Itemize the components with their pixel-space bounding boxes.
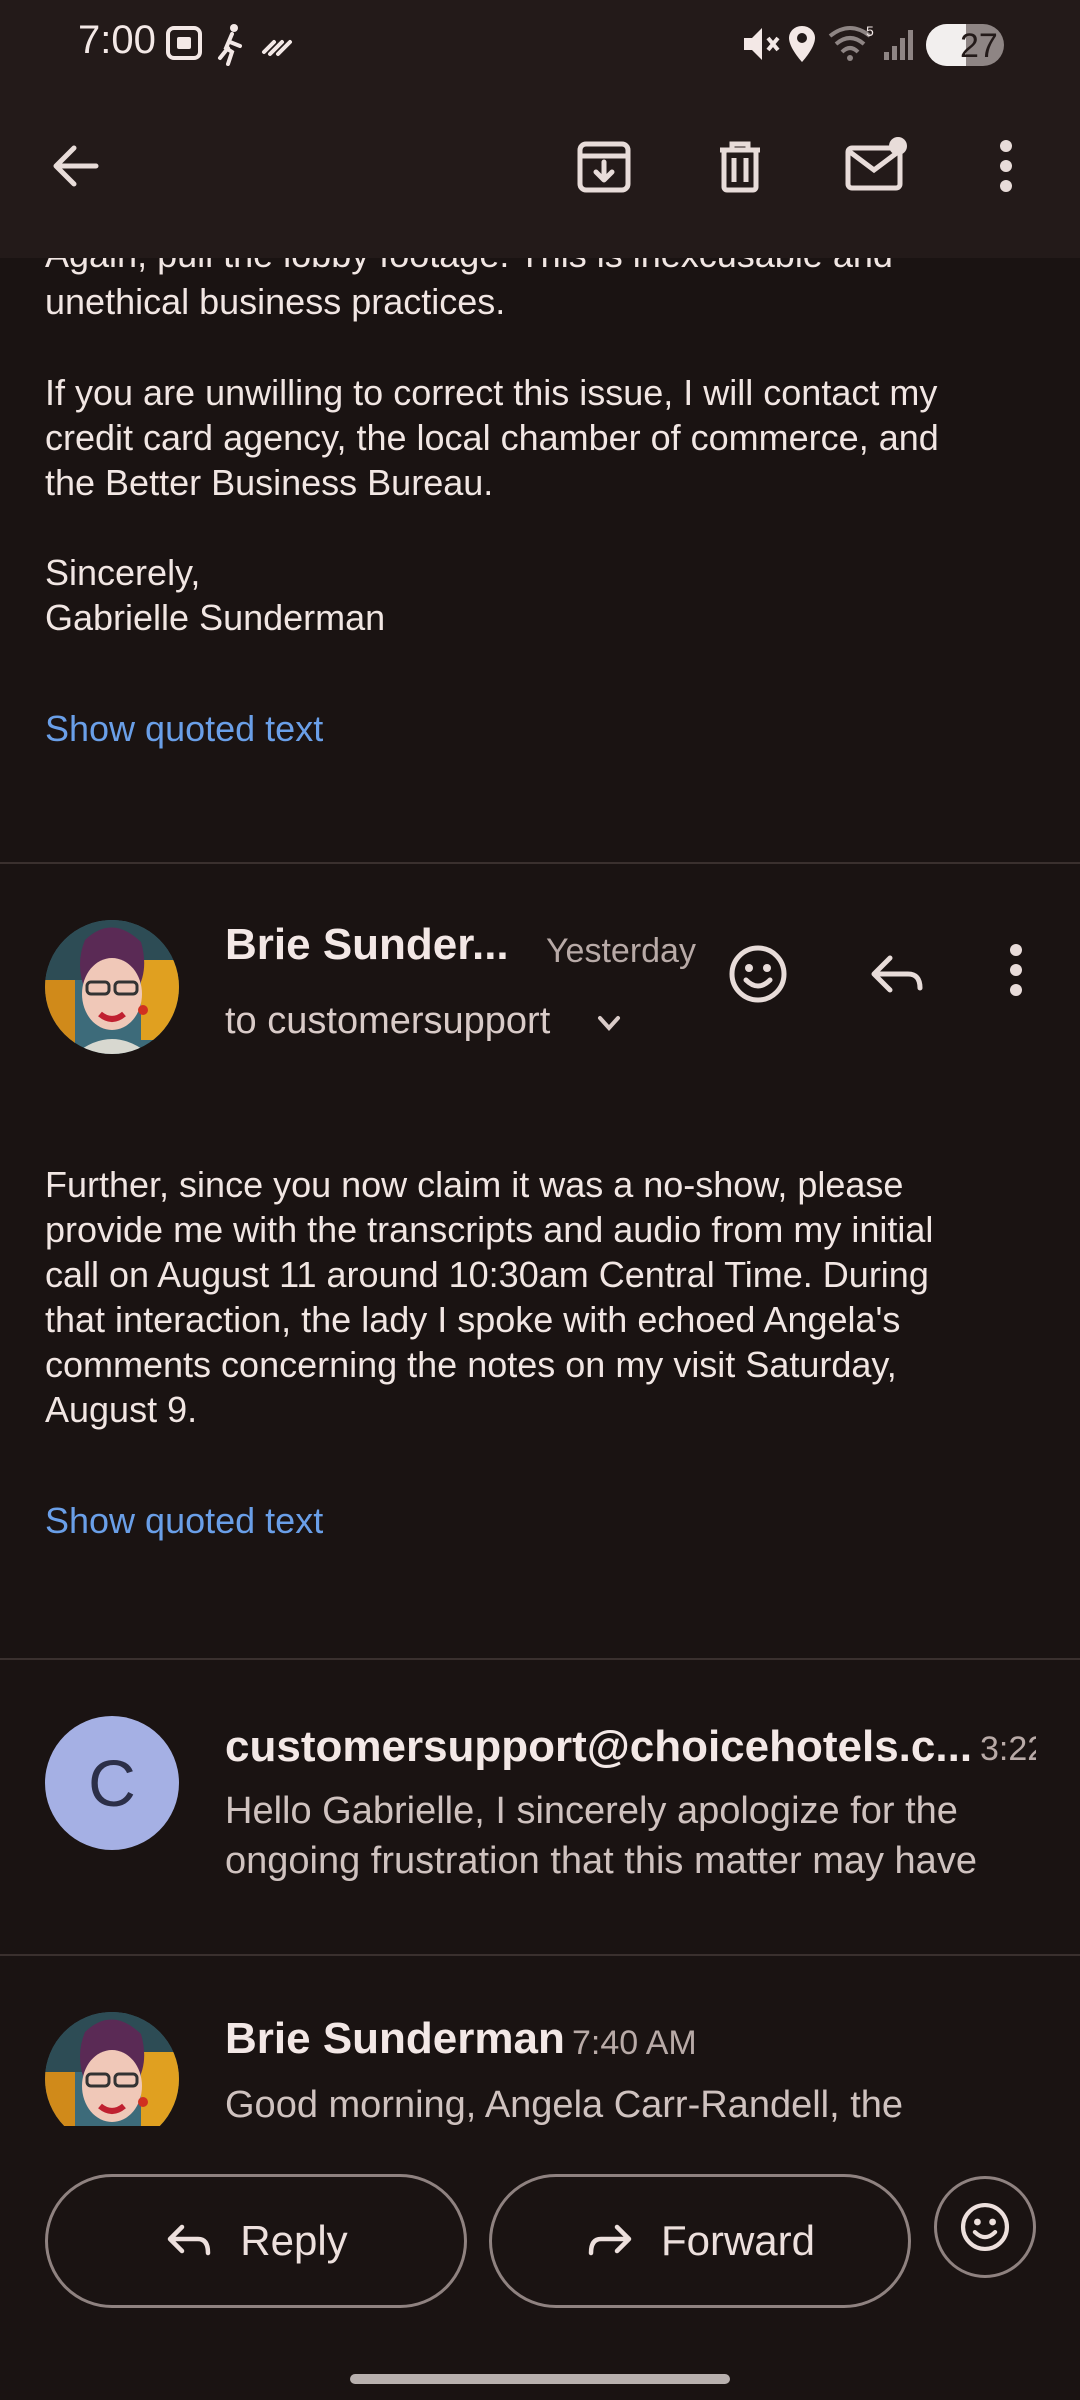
body-line: unethical business practices. [45, 281, 506, 322]
message-snippet: ongoing frustration that this matter may… [225, 1840, 977, 1882]
body-line: comments concerning the notes on my visi… [45, 1344, 897, 1385]
show-quoted-text-link[interactable]: Show quoted text [45, 1500, 323, 1542]
message-date: Yesterday [546, 932, 696, 970]
avatar [45, 2012, 179, 2126]
sender-name[interactable]: Brie Sunder... [225, 920, 509, 970]
body-line: credit card agency, the local chamber of… [45, 417, 939, 458]
message-snippet: Good morning, Angela Carr-Randell, the [225, 2084, 904, 2126]
signature: Gabrielle Sunderman [45, 597, 386, 638]
more-vert-icon [1010, 944, 1022, 996]
message-more-button[interactable] [1006, 942, 1036, 1012]
arrow-left-icon [53, 145, 99, 187]
collapsed-message[interactable]: Brie Sunderman 7:40 AM Good morning, Ang… [0, 1956, 1080, 2126]
battery-indicator: 27 [926, 24, 1004, 66]
reply-label: Reply [240, 2217, 348, 2264]
walking-icon [218, 24, 242, 66]
mark-unread-button[interactable] [836, 122, 916, 210]
more-options-button[interactable] [966, 122, 1046, 210]
location-icon [789, 26, 815, 62]
react-button[interactable] [726, 942, 802, 1018]
status-bar [0, 0, 1080, 90]
trash-icon [720, 141, 760, 193]
body-line: the Better Business Bureau. [45, 462, 494, 503]
forward-button[interactable]: Forward [489, 2174, 911, 2308]
archive-button[interactable] [564, 122, 644, 210]
mail-unread-icon [845, 137, 907, 191]
avatar-photo [45, 920, 179, 1054]
body-line: provide me with the transcripts and audi… [45, 1209, 934, 1250]
body-line: that interaction, the lady I spoke with … [45, 1299, 901, 1340]
body-line: Again, pull the lobby footage. This is i… [45, 258, 893, 277]
chevron-down-icon[interactable] [594, 1008, 624, 1038]
sender-name: customersupport@choicehotels.c... [225, 1722, 970, 1771]
signal-icon [884, 30, 913, 60]
back-button[interactable] [36, 122, 116, 210]
show-quoted-text-link[interactable]: Show quoted text [45, 708, 323, 750]
body-line: If you are unwilling to correct this iss… [45, 372, 938, 413]
sender-name: Brie Sunderman [225, 2014, 565, 2063]
emoji-reaction-button[interactable] [934, 2176, 1036, 2278]
status-time: 7:00 [78, 18, 156, 62]
emoji-icon [729, 945, 787, 1003]
divider [0, 862, 1080, 864]
message-time: 3:22 [980, 1730, 1036, 1768]
mute-icon [744, 28, 780, 60]
recipient-line[interactable]: to customersupport [225, 1000, 550, 1043]
message-snippet: Hello Gabrielle, I sincerely apologize f… [225, 1790, 958, 1832]
reply-button[interactable]: Reply [45, 2174, 467, 2308]
battery-level: 27 [960, 27, 998, 65]
body-line: August 9. [45, 1389, 198, 1430]
collapsed-message[interactable]: C customersupport@choicehotels.c... 3:22… [0, 1660, 1080, 1954]
avatar[interactable] [45, 920, 179, 1054]
home-indicator[interactable] [350, 2374, 730, 2384]
avatar-photo [45, 2012, 179, 2126]
body-line: Further, since you now claim it was a no… [45, 1164, 904, 1205]
avatar-letter: C [45, 1716, 179, 1850]
body-line: call on August 11 around 10:30am Central… [45, 1254, 929, 1295]
wifi-label: 5 [866, 23, 874, 39]
activity-icon [262, 40, 292, 56]
closing: Sincerely, [45, 552, 201, 593]
forward-icon [588, 2224, 632, 2256]
emoji-icon [960, 2202, 1010, 2252]
more-vert-icon [1000, 140, 1012, 192]
forward-label: Forward [660, 2217, 816, 2264]
reply-message-button[interactable] [864, 942, 940, 1018]
reply-icon [168, 2224, 211, 2256]
message-1-body: Again, pull the lobby footage. This is i… [0, 258, 1080, 858]
wifi-icon: 5 [828, 23, 874, 61]
reply-icon [871, 955, 923, 993]
app-toolbar [0, 90, 1080, 258]
delete-button[interactable] [700, 122, 780, 210]
screenshot-icon [166, 26, 202, 60]
archive-icon [577, 141, 631, 193]
message-time: 7:40 AM [572, 2024, 697, 2062]
